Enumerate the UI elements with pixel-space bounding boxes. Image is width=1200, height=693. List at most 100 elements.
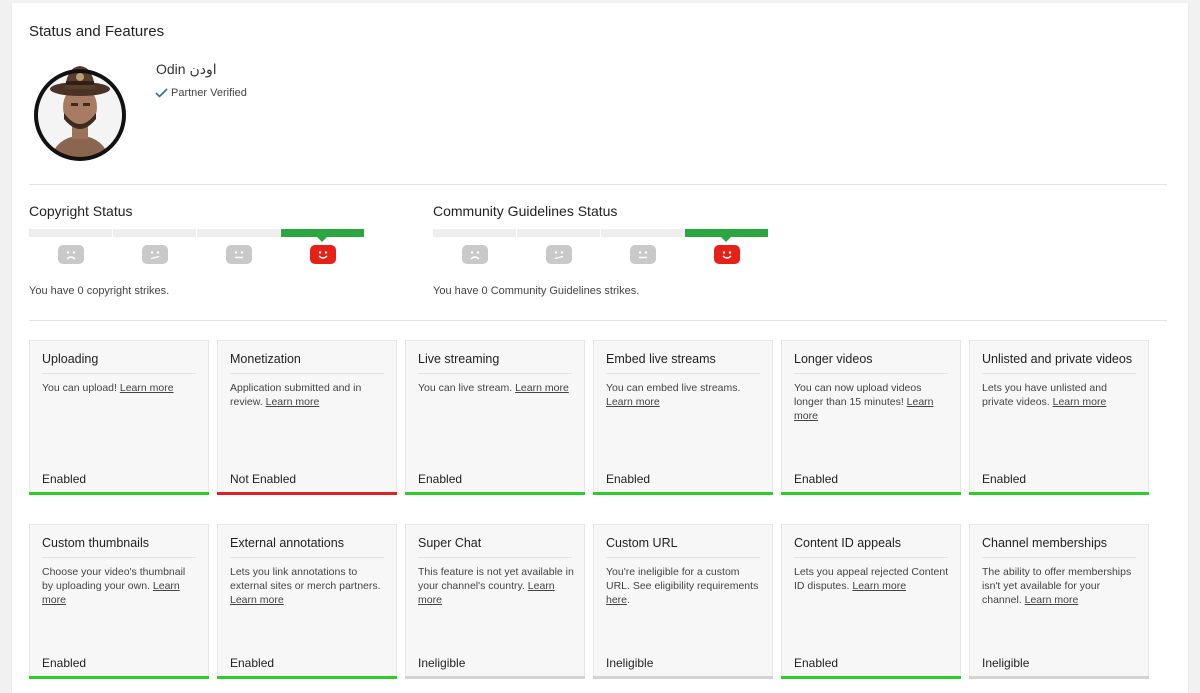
- feature-description: You can upload! Learn more: [42, 381, 198, 395]
- feature-title: Embed live streams: [606, 352, 716, 366]
- feature-status-bar: [29, 492, 209, 495]
- feature-description: Application submitted and in review. Lea…: [230, 381, 386, 409]
- feature-divider: [794, 373, 948, 374]
- feature-card: Custom thumbnails Choose your video's thu…: [29, 524, 209, 679]
- feature-description-text: You can embed live streams.: [606, 382, 741, 394]
- feature-divider: [606, 373, 760, 374]
- feature-status: Not Enabled: [230, 472, 297, 486]
- feature-title: Monetization: [230, 352, 301, 366]
- feature-description: You can embed live streams. Learn more: [606, 381, 762, 409]
- feature-card: Custom URL You're ineligible for a custom…: [593, 524, 773, 679]
- feature-description: The ability to offer memberships isn't y…: [982, 565, 1138, 607]
- happy-face-icon: [309, 245, 336, 264]
- community-strike-message: You have 0 Community Guidelines strikes.: [433, 285, 640, 297]
- feature-title: Longer videos: [794, 352, 873, 366]
- feature-status-bar: [781, 676, 961, 679]
- feature-description: You can now upload videos longer than 15…: [794, 381, 950, 423]
- feature-description-suffix: .: [627, 594, 630, 606]
- feature-divider: [42, 557, 196, 558]
- feature-status: Enabled: [794, 472, 839, 486]
- feature-description: You're ineligible for a custom URL. See …: [606, 565, 762, 607]
- learn-more-link[interactable]: Learn more: [230, 594, 284, 606]
- feature-title: Super Chat: [418, 536, 482, 550]
- feature-description-text: Lets you link annotations to external si…: [230, 566, 381, 592]
- strike-segment: [29, 229, 112, 237]
- learn-more-link[interactable]: Learn more: [606, 396, 660, 408]
- feature-status-bar: [405, 492, 585, 495]
- feature-card: Live streaming You can live stream. Learn…: [405, 340, 585, 495]
- learn-more-link[interactable]: Learn more: [120, 382, 174, 394]
- feature-divider: [230, 373, 384, 374]
- learn-more-link[interactable]: Learn more: [852, 580, 906, 592]
- feature-title: Live streaming: [418, 352, 500, 366]
- strike-segment: [433, 229, 516, 237]
- strike-segment: [517, 229, 600, 237]
- feature-divider: [982, 373, 1136, 374]
- feature-title: Custom URL: [606, 536, 678, 550]
- community-faces: [433, 245, 773, 267]
- strike-pointer-icon: [316, 236, 328, 242]
- feature-description-text: You're ineligible for a custom URL. See …: [606, 566, 759, 592]
- feature-status-bar: [969, 492, 1149, 495]
- feature-status: Enabled: [42, 472, 87, 486]
- feature-title: Channel memberships: [982, 536, 1108, 550]
- feature-description-text: You can live stream.: [418, 382, 516, 394]
- feature-card: Unlisted and private videos Lets you have…: [969, 340, 1149, 495]
- feature-status-bar: [405, 676, 585, 679]
- learn-more-link[interactable]: Learn more: [515, 382, 569, 394]
- feature-title: Custom thumbnails: [42, 536, 149, 550]
- learn-more-link[interactable]: Learn more: [1053, 396, 1107, 408]
- worried-face-icon: [545, 245, 572, 264]
- page-title: Status and Features: [29, 23, 165, 40]
- divider: [29, 320, 1167, 321]
- feature-divider: [794, 557, 948, 558]
- feature-status: Enabled: [42, 656, 87, 670]
- feature-divider: [230, 557, 384, 558]
- feature-description: You can live stream. Learn more: [418, 381, 574, 395]
- community-status-title: Community Guidelines Status: [433, 203, 618, 219]
- feature-status: Ineligible: [418, 656, 466, 670]
- feature-divider: [418, 557, 572, 558]
- feature-card: Uploading You can upload! Learn more Enabl…: [29, 340, 209, 495]
- feature-description: Lets you appeal rejected Content ID disp…: [794, 565, 950, 593]
- divider: [29, 184, 1167, 185]
- worried-face-icon: [141, 245, 168, 264]
- community-guidelines-status: Community Guidelines Status You have 0 C…: [433, 203, 773, 297]
- feature-status: Enabled: [982, 472, 1027, 486]
- feature-status-bar: [969, 676, 1149, 679]
- feature-card: Super Chat This feature is not yet availa…: [405, 524, 585, 679]
- feature-status: Ineligible: [982, 656, 1030, 670]
- feature-description: Lets you have unlisted and private video…: [982, 381, 1138, 409]
- feature-status: Enabled: [418, 472, 463, 486]
- feature-description-text: You can upload!: [42, 382, 120, 394]
- feature-status-bar: [781, 492, 961, 495]
- strike-segment: [113, 229, 196, 237]
- partner-verified: Partner Verified: [155, 87, 247, 99]
- strike-segment: [601, 229, 684, 237]
- feature-status: Ineligible: [606, 656, 654, 670]
- feature-title: Uploading: [42, 352, 99, 366]
- feature-status-bar: [29, 676, 209, 679]
- strike-segment: [197, 229, 280, 237]
- strike-pointer-icon: [720, 236, 732, 242]
- feature-title: Unlisted and private videos: [982, 352, 1133, 366]
- learn-more-link[interactable]: Learn more: [266, 396, 320, 408]
- neutral-face-icon: [629, 245, 656, 264]
- feature-card: External annotations Lets you link annota…: [217, 524, 397, 679]
- learn-more-link[interactable]: Learn more: [1025, 594, 1079, 606]
- feature-card: Content ID appeals Lets you appeal reject…: [781, 524, 961, 679]
- channel-name: Odin اودن: [156, 61, 217, 77]
- feature-status-bar: [593, 676, 773, 679]
- feature-status: Enabled: [230, 656, 275, 670]
- feature-status-bar: [217, 676, 397, 679]
- feature-divider: [42, 373, 196, 374]
- feature-card: Longer videos You can now upload videos l…: [781, 340, 961, 495]
- channel-avatar[interactable]: [33, 61, 127, 161]
- copyright-strike-message: You have 0 copyright strikes.: [29, 285, 170, 297]
- feature-title: Content ID appeals: [794, 536, 902, 550]
- learn-more-link[interactable]: here: [606, 594, 627, 606]
- feature-description: This feature is not yet available in you…: [418, 565, 574, 607]
- status-features-panel: Status and Features Odin اودن Partner Ve…: [12, 3, 1188, 693]
- feature-title: External annotations: [230, 536, 344, 550]
- feature-card: Monetization Application submitted and in…: [217, 340, 397, 495]
